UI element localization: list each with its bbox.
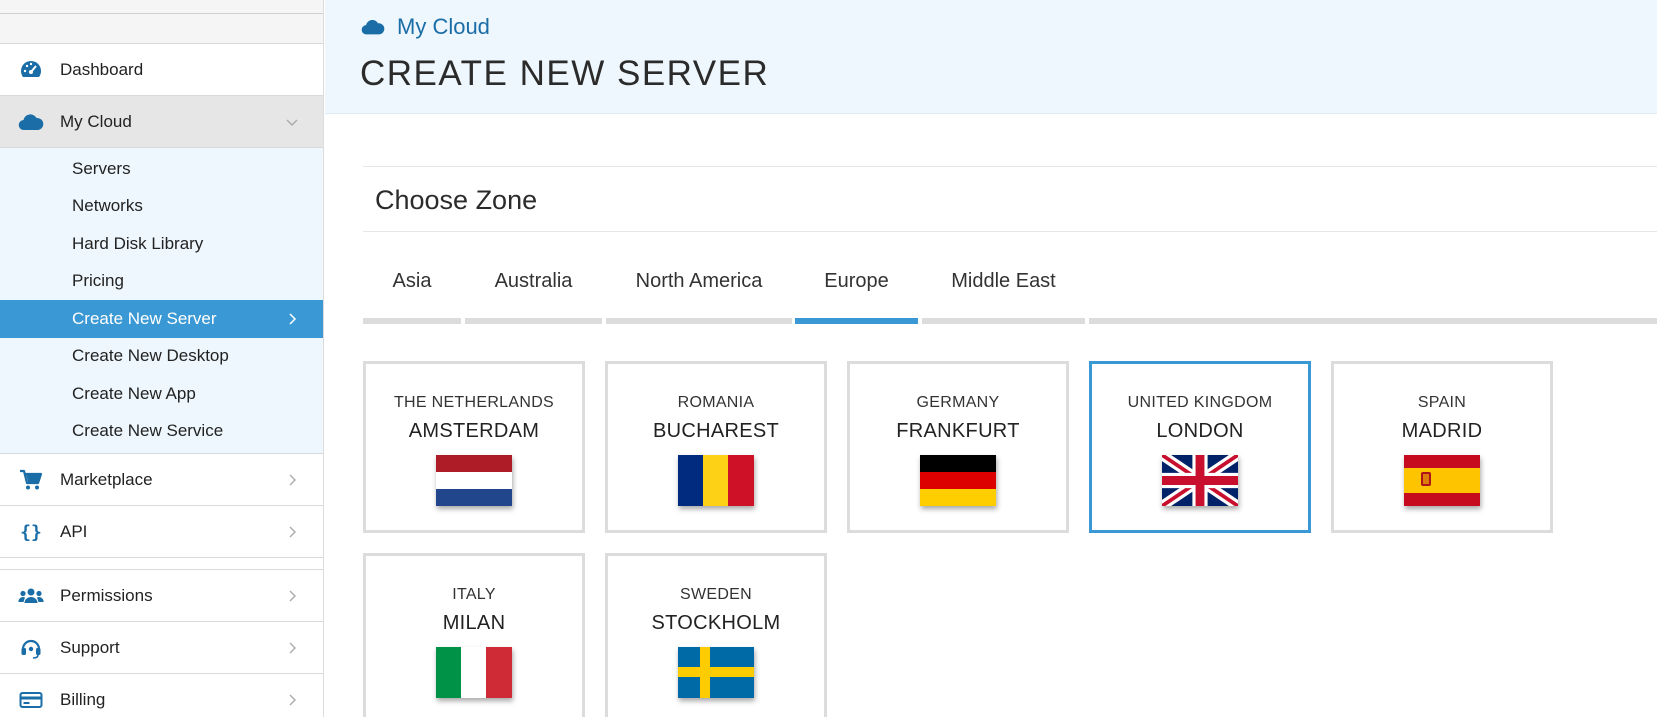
chevron-right-icon: [289, 313, 297, 325]
users-icon: [18, 585, 44, 607]
my-cloud-submenu: Servers Networks Hard Disk Library Prici…: [0, 148, 323, 454]
tab-underline: [922, 318, 1085, 324]
tab-underline: [363, 318, 461, 324]
sweden-flag-icon: [678, 647, 754, 698]
chevron-down-icon: [286, 119, 298, 126]
sidebar-item-api[interactable]: {} API: [0, 506, 323, 558]
location-card-madrid[interactable]: SPAIN MADRID: [1331, 361, 1553, 533]
sidebar-item-label: Billing: [60, 689, 106, 709]
location-city: AMSTERDAM: [408, 420, 540, 442]
location-country: ROMANIA: [677, 394, 755, 411]
netherlands-flag-icon: [436, 455, 512, 506]
location-country: SWEDEN: [679, 586, 753, 603]
tab-north-america[interactable]: North America: [606, 252, 792, 324]
sidebar-item-label: My Cloud: [60, 111, 132, 131]
location-country: SPAIN: [1417, 394, 1467, 411]
sidebar-item-label: Marketplace: [60, 469, 153, 489]
spain-flag-icon: [1404, 455, 1480, 506]
sidebar-subitem-create-new-app[interactable]: Create New App: [0, 375, 323, 413]
main-content: My Cloud CREATE NEW SERVER Choose Zone A…: [325, 0, 1657, 717]
sidebar-subitem-servers[interactable]: Servers: [0, 150, 323, 188]
location-city: MILAN: [442, 612, 506, 634]
chevron-right-icon: [289, 590, 296, 601]
credit-card-icon: [18, 689, 44, 711]
location-card-bucharest[interactable]: ROMANIA BUCHAREST: [605, 361, 827, 533]
uk-flag-icon: [1162, 455, 1238, 506]
sidebar-subitem-pricing[interactable]: Pricing: [0, 263, 323, 301]
sidebar: Dashboard My Cloud Servers Networks Hard…: [0, 0, 324, 717]
sidebar-divider: [0, 558, 323, 570]
location-city: FRANKFURT: [896, 420, 1020, 442]
sidebar-item-dashboard[interactable]: Dashboard: [0, 44, 323, 96]
cloud-icon: [18, 111, 44, 133]
sidebar-item-billing[interactable]: Billing: [0, 674, 323, 717]
cart-icon: [18, 469, 44, 491]
sidebar-spacer: [0, 14, 323, 44]
location-country: THE NETHERLANDS: [393, 394, 555, 411]
location-country: ITALY: [452, 586, 496, 603]
location-city: MADRID: [1401, 420, 1483, 442]
tab-underline: [795, 318, 918, 324]
location-card-milan[interactable]: ITALY MILAN: [363, 553, 585, 717]
location-card-stockholm[interactable]: SWEDEN STOCKHOLM: [605, 553, 827, 717]
tab-underline: [606, 318, 792, 324]
chevron-right-icon: [289, 474, 296, 485]
sidebar-subitem-create-new-server[interactable]: Create New Server: [0, 300, 323, 338]
cloud-icon: [361, 19, 385, 35]
tab-middle-east[interactable]: Middle East: [922, 252, 1085, 324]
sidebar-subitem-label: Create New Server: [72, 308, 217, 328]
breadcrumb[interactable]: My Cloud: [361, 14, 490, 40]
zone-section-header: Choose Zone: [363, 166, 1657, 232]
svg-text:{}: {}: [20, 522, 42, 543]
chevron-right-icon: [289, 526, 296, 537]
sidebar-item-support[interactable]: Support: [0, 622, 323, 674]
tab-australia[interactable]: Australia: [465, 252, 602, 324]
sidebar-subitem-hard-disk-library[interactable]: Hard Disk Library: [0, 225, 323, 263]
sidebar-item-my-cloud[interactable]: My Cloud: [0, 96, 323, 148]
breadcrumb-label: My Cloud: [397, 14, 490, 39]
sidebar-item-label: Support: [60, 637, 120, 657]
sidebar-item-label: API: [60, 521, 88, 541]
sidebar-subitem-create-new-desktop[interactable]: Create New Desktop: [0, 338, 323, 376]
sidebar-item-label: Dashboard: [60, 59, 144, 79]
germany-flag-icon: [920, 455, 996, 506]
sidebar-subitem-create-new-service[interactable]: Create New Service: [0, 413, 323, 451]
zone-section-title: Choose Zone: [375, 185, 538, 215]
location-card-amsterdam[interactable]: THE NETHERLANDS AMSTERDAM: [363, 361, 585, 533]
location-city: BUCHAREST: [652, 420, 780, 442]
location-card-london[interactable]: UNITED KINGDOM LONDON: [1089, 361, 1311, 533]
location-card-frankfurt[interactable]: GERMANY FRANKFURT: [847, 361, 1069, 533]
sidebar-top-bar: [0, 0, 323, 14]
sidebar-item-permissions[interactable]: Permissions: [0, 570, 323, 622]
sidebar-subitem-networks[interactable]: Networks: [0, 188, 323, 226]
page-header: My Cloud CREATE NEW SERVER: [325, 0, 1657, 114]
headset-icon: [18, 637, 44, 659]
tab-label: Asia: [392, 270, 432, 292]
location-city: STOCKHOLM: [651, 612, 781, 634]
chevron-right-icon: [289, 694, 296, 705]
region-tabs: Asia Australia North America Europe Midd…: [363, 252, 1657, 324]
location-city: LONDON: [1156, 420, 1244, 442]
tab-filler-line: [1089, 318, 1657, 324]
tab-asia[interactable]: Asia: [363, 252, 461, 324]
tab-label: Europe: [824, 270, 889, 292]
location-country: UNITED KINGDOM: [1127, 394, 1273, 411]
tab-label: North America: [635, 270, 763, 292]
chevron-right-icon: [289, 642, 296, 653]
tab-label: Middle East: [951, 270, 1056, 292]
sidebar-item-marketplace[interactable]: Marketplace: [0, 454, 323, 506]
gauge-icon: [18, 59, 44, 81]
app-window: Dashboard My Cloud Servers Networks Hard…: [0, 0, 1657, 717]
tab-label: Australia: [494, 270, 573, 292]
braces-icon: {}: [18, 521, 44, 543]
location-country: GERMANY: [916, 394, 1000, 411]
romania-flag-icon: [678, 455, 754, 506]
italy-flag-icon: [436, 647, 512, 698]
tab-europe[interactable]: Europe: [795, 252, 918, 324]
tab-underline: [465, 318, 602, 324]
sidebar-item-label: Permissions: [60, 585, 153, 605]
page-title: CREATE NEW SERVER: [360, 54, 770, 93]
